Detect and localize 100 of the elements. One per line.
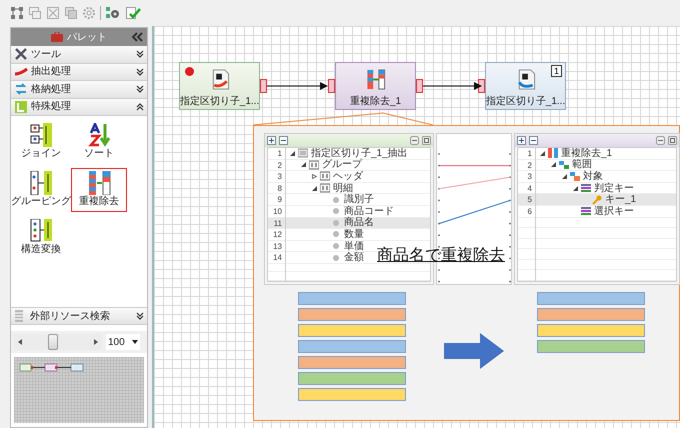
line-number: 2 — [278, 160, 282, 170]
line-number: 9 — [278, 195, 282, 204]
expanded-icon[interactable] — [312, 186, 317, 191]
expanded-icon[interactable] — [540, 150, 545, 156]
line-number: 4 — [528, 184, 532, 193]
palette-item[interactable]: ジョイン — [13, 120, 69, 164]
section-icon — [14, 47, 28, 62]
tree-row[interactable]: 範囲 — [536, 160, 676, 172]
expanded-icon[interactable] — [301, 162, 306, 168]
group-node-icon — [320, 171, 330, 182]
section-label: 格納処理 — [31, 82, 72, 97]
field-node-icon — [331, 229, 341, 240]
port — [416, 79, 423, 93]
process-node-icon — [548, 148, 558, 158]
line-number: 1 — [278, 149, 282, 158]
expand-icon[interactable] — [136, 84, 144, 94]
tree-row[interactable]: 商品名 — [286, 218, 430, 230]
key-node-icon — [592, 194, 602, 205]
section-label: 外部リソース検索 — [30, 310, 111, 324]
tree-row[interactable]: グループ — [286, 160, 430, 172]
palette-title: パレット — [67, 30, 107, 44]
line-number: 12 — [273, 230, 282, 240]
line-number: 1 — [528, 149, 532, 158]
database-icon — [14, 309, 24, 323]
expand-icon[interactable] — [136, 311, 144, 321]
field-node-icon — [331, 252, 341, 263]
tree-row[interactable]: キー_1 — [536, 194, 676, 206]
palette-item[interactable]: ソート — [71, 120, 127, 164]
group-node-icon — [309, 160, 319, 170]
port — [328, 79, 335, 93]
tree-row[interactable]: ヘッダ — [286, 171, 430, 183]
scope-node-icon — [559, 160, 569, 170]
palette-section[interactable]: 外部リソース検索 — [11, 307, 147, 325]
diagram-node[interactable]: 指定区切り子_1... — [179, 62, 260, 110]
field-node-icon — [331, 241, 341, 252]
right-arrow-icon — [444, 333, 504, 369]
zoom-dropdown[interactable]: 100 — [106, 334, 140, 350]
line-number: 6 — [528, 206, 532, 216]
section-label: ツール — [31, 48, 62, 62]
section-icon — [14, 100, 28, 114]
field-node-icon — [331, 194, 341, 205]
diagram-node[interactable]: 指定区切り子_1... 1 — [485, 62, 566, 110]
tree-row[interactable]: 明細 — [286, 182, 430, 194]
line-number: 11 — [274, 218, 282, 228]
minimize-icon[interactable] — [656, 136, 665, 145]
grid-icon[interactable] — [10, 6, 24, 20]
maximize-icon[interactable] — [668, 136, 677, 145]
record-node-icon — [298, 148, 308, 158]
palette-section[interactable]: ツール — [11, 46, 147, 64]
expand-icon[interactable] — [136, 66, 144, 77]
keylist-node-icon — [581, 183, 591, 194]
tree-row[interactable]: 対象 — [536, 171, 676, 183]
collapse-all-icon[interactable] — [529, 136, 538, 145]
target-node-icon — [570, 171, 580, 182]
expanded-icon[interactable] — [562, 174, 567, 179]
line-number: 13 — [273, 242, 282, 251]
tree-row[interactable]: 識別子 — [286, 194, 430, 206]
dropdown-icon — [132, 340, 138, 344]
field-node-icon — [331, 218, 341, 228]
diagram-node[interactable]: 重複除去_1 — [335, 62, 416, 110]
count-badge: 1 — [551, 65, 562, 77]
collapse-all-icon[interactable] — [279, 136, 288, 145]
section-icon — [14, 82, 28, 96]
expanded-icon[interactable] — [290, 150, 295, 156]
port — [478, 79, 485, 93]
right-arrow-icon[interactable] — [94, 339, 98, 345]
palette-section[interactable]: 格納処理 — [11, 81, 147, 98]
expand-icon[interactable] — [136, 49, 144, 60]
expanded-icon[interactable] — [551, 162, 556, 168]
left-arrow-icon[interactable] — [18, 339, 22, 345]
keylist-node-icon — [581, 206, 591, 216]
dedupe-icon — [366, 69, 386, 90]
collapsed-icon[interactable] — [312, 174, 317, 179]
palette-item[interactable]: グルーピング — [13, 168, 69, 212]
check-icon[interactable] — [125, 6, 141, 20]
line-number: 3 — [528, 172, 532, 182]
line-number: 8 — [278, 184, 282, 193]
field-node-icon — [331, 206, 341, 216]
palette-item[interactable]: 構造変換 — [13, 216, 69, 260]
palette-section[interactable]: 抽出処理 — [11, 64, 147, 81]
minimize-icon[interactable] — [410, 136, 419, 145]
palette-section[interactable]: 特殊処理 — [11, 98, 147, 116]
tree-row[interactable]: 数量 — [286, 229, 430, 241]
line-number: 14 — [273, 253, 282, 262]
line-number: 5 — [528, 195, 532, 204]
line-number: 3 — [278, 172, 282, 182]
connector-arrow — [423, 82, 482, 90]
tree-row[interactable]: 選択キー — [536, 206, 676, 218]
zoom-slider[interactable] — [14, 334, 102, 350]
palette-item[interactable]: 重複除去 — [71, 168, 127, 212]
line-number: 2 — [528, 160, 532, 170]
line-number: 10 — [273, 206, 282, 216]
maximize-icon[interactable] — [422, 136, 431, 145]
slider-thumb[interactable] — [48, 334, 58, 350]
expanded-icon[interactable] — [573, 186, 578, 191]
connector-arrow — [267, 82, 328, 90]
section-label: 特殊処理 — [31, 100, 72, 114]
collapse-icon[interactable] — [136, 102, 144, 112]
expand-all-icon[interactable] — [267, 136, 276, 145]
expand-all-icon[interactable] — [517, 136, 526, 145]
